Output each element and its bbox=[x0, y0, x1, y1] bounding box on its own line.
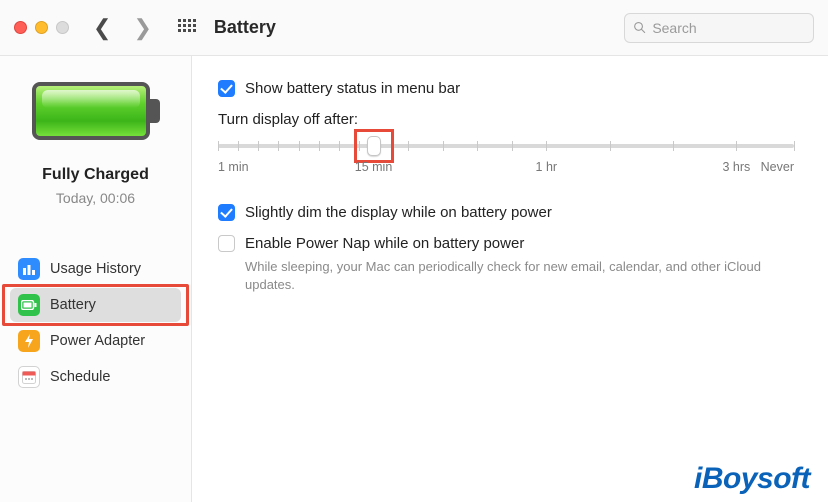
slider-tick bbox=[408, 141, 409, 151]
search-input[interactable] bbox=[652, 20, 805, 36]
bolt-icon bbox=[18, 330, 40, 352]
content-pane: Show battery status in menu bar Turn dis… bbox=[192, 56, 828, 502]
slider-label: Never bbox=[761, 160, 794, 174]
minimize-window-button[interactable] bbox=[35, 21, 48, 34]
slider-label: 1 min bbox=[218, 160, 249, 174]
sidebar-item-usage-history[interactable]: Usage History bbox=[10, 252, 181, 286]
forward-button[interactable]: ❯ bbox=[133, 17, 151, 39]
battery-status-time: Today, 00:06 bbox=[56, 190, 135, 206]
display-off-slider[interactable]: 1 min 15 min 1 hr 3 hrs Never bbox=[218, 138, 794, 178]
show-in-menubar-label: Show battery status in menu bar bbox=[245, 80, 460, 97]
slider-tick bbox=[319, 141, 320, 151]
slider-label: 1 hr bbox=[536, 160, 558, 174]
battery-status-title: Fully Charged bbox=[42, 166, 149, 184]
slider-label: 15 min bbox=[355, 160, 393, 174]
slider-tick bbox=[299, 141, 300, 151]
page-title: Battery bbox=[214, 17, 276, 38]
slider-tick bbox=[443, 141, 444, 151]
slider-tick bbox=[238, 141, 239, 151]
window-controls bbox=[14, 21, 69, 34]
close-window-button[interactable] bbox=[14, 21, 27, 34]
slider-tick bbox=[359, 141, 360, 151]
show-in-menubar-checkbox[interactable] bbox=[218, 80, 235, 97]
dim-display-label: Slightly dim the display while on batter… bbox=[245, 204, 552, 221]
show-in-menubar-row: Show battery status in menu bar bbox=[218, 80, 794, 97]
sidebar-item-label: Battery bbox=[50, 297, 96, 313]
power-nap-checkbox[interactable] bbox=[218, 235, 235, 252]
slider-tick bbox=[673, 141, 674, 151]
slider-label: 3 hrs bbox=[722, 160, 750, 174]
slider-tick bbox=[610, 141, 611, 151]
slider-tick bbox=[218, 141, 219, 151]
turn-display-off-title: Turn display off after: bbox=[218, 111, 794, 128]
sidebar-item-schedule[interactable]: Schedule bbox=[10, 360, 181, 394]
slider-tick bbox=[736, 141, 737, 151]
slider-tick bbox=[546, 141, 547, 151]
bar-chart-icon bbox=[18, 258, 40, 280]
slider-handle[interactable] bbox=[367, 136, 381, 156]
all-settings-grid-icon[interactable] bbox=[178, 19, 196, 37]
slider-tick bbox=[258, 141, 259, 151]
back-button[interactable]: ❮ bbox=[93, 17, 111, 39]
nav-arrows: ❮ ❯ bbox=[93, 17, 152, 39]
slider-tick bbox=[477, 141, 478, 151]
sidebar-item-battery[interactable]: Battery bbox=[10, 288, 181, 322]
slider-tick bbox=[512, 141, 513, 151]
slider-tick bbox=[794, 141, 795, 151]
power-nap-label: Enable Power Nap while on battery power bbox=[245, 235, 524, 252]
sidebar-list: Usage History Battery Power Adapter bbox=[0, 252, 191, 394]
slider-tick bbox=[278, 141, 279, 151]
sidebar-item-label: Usage History bbox=[50, 261, 141, 277]
dim-display-checkbox[interactable] bbox=[218, 204, 235, 221]
dim-display-row: Slightly dim the display while on batter… bbox=[218, 204, 794, 221]
zoom-window-button[interactable] bbox=[56, 21, 69, 34]
watermark-logo: iBoysoft bbox=[694, 462, 810, 496]
search-icon bbox=[633, 20, 646, 35]
search-field[interactable] bbox=[624, 13, 814, 43]
battery-icon bbox=[18, 294, 40, 316]
sidebar: Fully Charged Today, 00:06 Usage History… bbox=[0, 56, 192, 502]
sidebar-item-power-adapter[interactable]: Power Adapter bbox=[10, 324, 181, 358]
power-nap-row: Enable Power Nap while on battery power … bbox=[218, 235, 794, 294]
battery-illustration bbox=[32, 82, 160, 140]
power-nap-note: While sleeping, your Mac can periodicall… bbox=[245, 258, 794, 294]
sidebar-item-label: Schedule bbox=[50, 369, 110, 385]
calendar-icon bbox=[18, 366, 40, 388]
sidebar-item-label: Power Adapter bbox=[50, 333, 145, 349]
main: Fully Charged Today, 00:06 Usage History… bbox=[0, 56, 828, 502]
slider-tick bbox=[339, 141, 340, 151]
toolbar: ❮ ❯ Battery bbox=[0, 0, 828, 56]
